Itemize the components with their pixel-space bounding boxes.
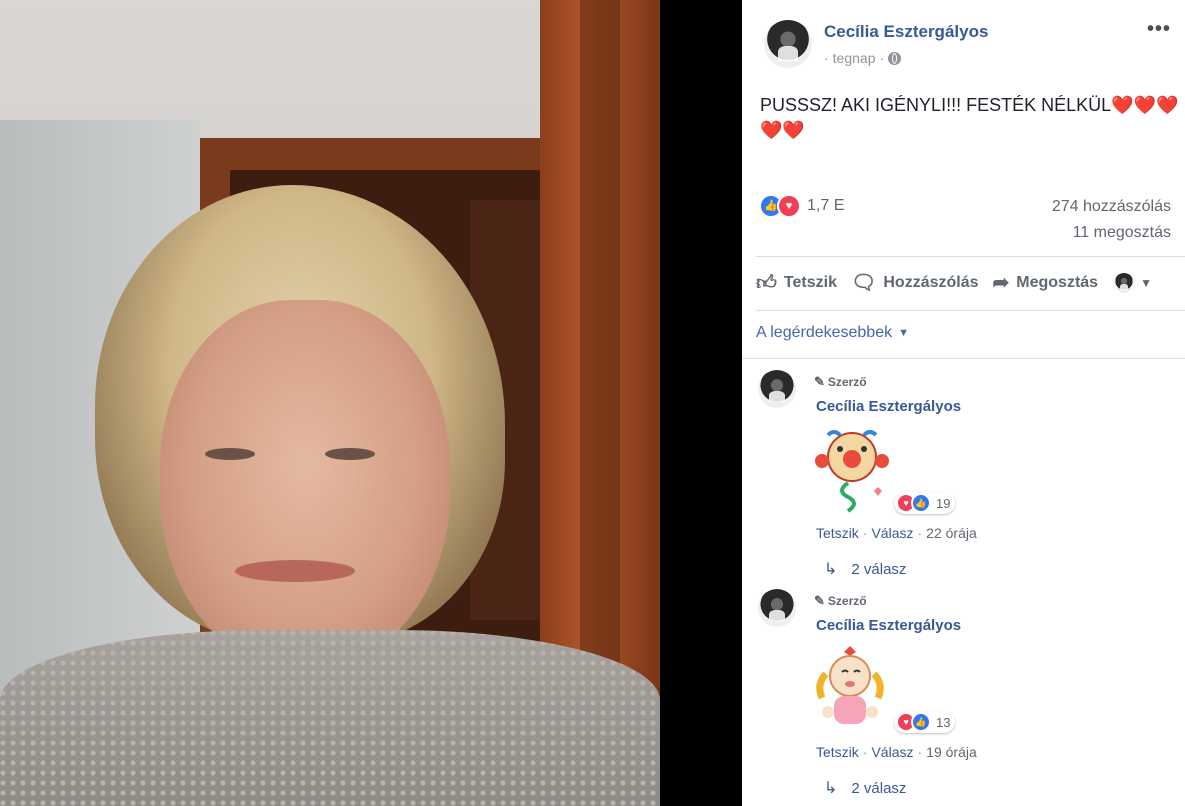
photo-left-eye	[205, 448, 255, 460]
post-timestamp[interactable]: tegnap	[833, 50, 876, 66]
comment-reactions[interactable]: ♥ 👍 13	[894, 711, 956, 733]
comment-author-avatar[interactable]	[758, 370, 796, 408]
share-count[interactable]: 11 megosztás	[1073, 224, 1171, 242]
divider	[742, 358, 1185, 359]
pen-icon: ✎	[814, 374, 825, 389]
meta-separator: ·	[824, 50, 829, 66]
comment-reply-link[interactable]: Válasz	[871, 525, 913, 541]
photo-mouth	[235, 560, 355, 582]
author-badge-label: Szerző	[827, 375, 867, 389]
author-badge-label: Szerző	[827, 594, 867, 608]
view-replies-link[interactable]: ↳ 2 válasz	[824, 778, 906, 798]
globe-icon[interactable]	[888, 51, 902, 65]
separator-dot: ·	[917, 744, 923, 760]
reply-arrow-icon: ↳	[824, 780, 838, 797]
post-photo-viewer[interactable]	[0, 0, 742, 806]
comment-like-link[interactable]: Tetszik	[816, 744, 859, 760]
author-avatar[interactable]	[764, 20, 812, 68]
reaction-count[interactable]: 1,7 E	[807, 197, 844, 215]
comment-author-name[interactable]: Cecília Esztergályos	[816, 398, 961, 415]
thumbs-up-icon: 👍︎	[756, 271, 777, 294]
speech-bubble-icon: 🗨︎	[850, 272, 877, 294]
comment-reaction-count: 13	[936, 714, 951, 730]
post-meta: · tegnap ·	[824, 50, 902, 66]
share-button-label: Megosztás	[1016, 273, 1099, 291]
photo-face	[160, 300, 450, 670]
sort-label: A legérdekesebbek	[756, 324, 893, 341]
comment-sort-dropdown[interactable]: A legérdekesebbek ▼	[756, 324, 909, 342]
viewer-avatar[interactable]	[1114, 272, 1135, 293]
divider	[756, 256, 1185, 257]
replies-count: 2 válasz	[851, 560, 907, 578]
comment-button[interactable]: 🗨︎ Hozzászólás	[851, 270, 979, 295]
replies-count: 2 válasz	[851, 779, 907, 797]
divider	[756, 310, 1185, 311]
like-button[interactable]: 👍︎ Tetszik	[756, 271, 837, 295]
reactions-summary[interactable]: 👍 ♥ 1,7 E	[759, 194, 844, 218]
comment-reaction-count: 19	[936, 495, 951, 511]
post-text: PUSSSZ! AKI IGÉNYLI!!! FESTÉK NÉLKÜL❤️❤️…	[760, 95, 1179, 140]
candy-crush-character-sticker[interactable]	[808, 425, 902, 513]
more-options-button[interactable]: •••	[1147, 18, 1171, 41]
comment-time[interactable]: 19 órája	[926, 744, 977, 760]
separator-dot: ·	[862, 744, 868, 760]
separator-dot: ·	[862, 525, 868, 541]
post-actions-bar: 👍︎ Tetszik 🗨︎ Hozzászólás ➦ Megosztás ▼	[756, 270, 1152, 295]
comment-author-avatar[interactable]	[758, 589, 796, 627]
pen-icon: ✎	[814, 593, 825, 608]
comment-button-label: Hozzászólás	[883, 273, 979, 291]
separator-dot: ·	[917, 525, 923, 541]
comment-count[interactable]: 274 hozzászólás	[1052, 198, 1171, 216]
caret-down-icon: ▼	[898, 327, 909, 339]
post-side-panel: Cecília Esztergályos · tegnap · ••• PUSS…	[742, 0, 1185, 806]
like-reaction-icon: 👍	[911, 712, 931, 732]
view-replies-link[interactable]: ↳ 2 válasz	[824, 559, 906, 579]
comment-reply-link[interactable]: Válasz	[871, 744, 913, 760]
post-author-name[interactable]: Cecília Esztergályos	[824, 22, 988, 42]
comment-like-link[interactable]: Tetszik	[816, 525, 859, 541]
love-reaction-icon: ♥	[777, 194, 801, 218]
photo-right-eye	[325, 448, 375, 460]
share-button[interactable]: ➦ Megosztás	[993, 270, 1099, 295]
reply-arrow-icon: ↳	[824, 561, 838, 578]
chevron-down-icon[interactable]: ▼	[1140, 276, 1152, 290]
photo-sweater	[0, 630, 660, 806]
author-badge: ✎ Szerző	[814, 593, 867, 609]
author-badge: ✎ Szerző	[814, 374, 867, 390]
post-photo[interactable]	[0, 0, 660, 806]
comment-reactions[interactable]: ♥ 👍 19	[894, 492, 956, 514]
meta-separator-2: ·	[879, 50, 885, 66]
comment-time[interactable]: 22 órája	[926, 525, 977, 541]
like-button-label: Tetszik	[783, 273, 837, 291]
comment-actions: Tetszik · Válasz · 19 órája	[816, 744, 977, 760]
comment-actions: Tetszik · Válasz · 22 órája	[816, 525, 977, 541]
comment-author-name[interactable]: Cecília Esztergályos	[816, 617, 961, 634]
share-arrow-icon: ➦	[992, 272, 1010, 294]
candy-girl-sticker[interactable]	[808, 644, 902, 732]
like-reaction-icon: 👍	[911, 493, 931, 513]
